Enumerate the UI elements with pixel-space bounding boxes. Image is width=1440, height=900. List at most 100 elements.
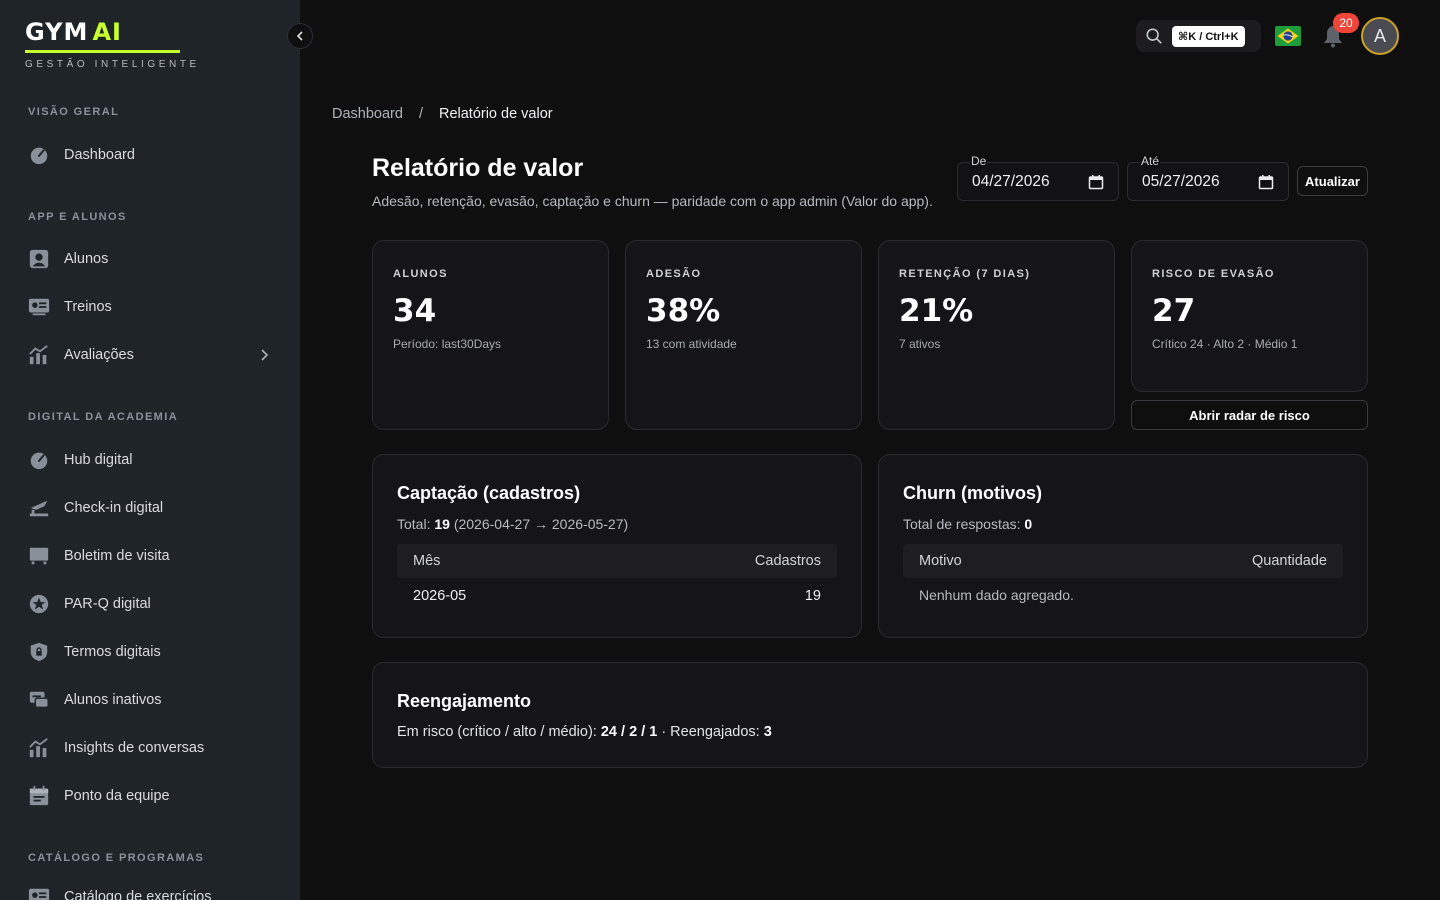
sidebar: GYM AI GESTÃO INTELIGENTE VISÃO GERAL Das… [0, 0, 300, 900]
churn-total-prefix: Total de respostas: [903, 516, 1025, 532]
sidebar-item-treinos[interactable]: Treinos [28, 291, 276, 323]
kpi-card-alunos: ALUNOS 34 Período: last30Days [372, 240, 609, 430]
sidebar-item-boletim[interactable]: Boletim de visita [28, 540, 276, 572]
kpi-value: 27 [1152, 293, 1196, 329]
sidebar-item-label: Hub digital [64, 452, 133, 468]
breadcrumb-current: Relatório de valor [438, 106, 553, 122]
calendar-icon[interactable] [1088, 174, 1104, 190]
section-title-visao-geral: VISÃO GERAL [28, 106, 120, 118]
reengajamento-title: Reengajamento [397, 691, 532, 711]
reengajamento-card: Reengajamento Em risco (crítico / alto /… [372, 662, 1368, 768]
sidebar-item-label: Ponto da equipe [64, 788, 170, 804]
churn-table-header: Motivo Quantidade [903, 544, 1343, 578]
update-button[interactable]: Atualizar [1297, 166, 1368, 196]
kpi-label: ADESÃO [646, 268, 702, 280]
sidebar-item-alunos[interactable]: Alunos [28, 243, 276, 275]
lock-shield-icon [28, 641, 50, 663]
captacao-title: Captação (cadastros) [397, 483, 581, 503]
sidebar-item-termos[interactable]: Termos digitais [28, 636, 276, 668]
captacao-total-range: (2026-04-27 → 2026-05-27) [449, 516, 629, 532]
sidebar-item-label: Treinos [64, 299, 112, 315]
chevron-right-icon [261, 349, 269, 361]
sidebar-item-label: PAR-Q digital [64, 596, 151, 612]
brand-name-accent: AI [92, 18, 122, 46]
kpi-label: ALUNOS [393, 268, 448, 280]
sidebar-item-hub-digital[interactable]: Hub digital [28, 444, 276, 476]
page-title: Relatório de valor [372, 154, 584, 182]
chart-icon [28, 344, 50, 366]
cell-month: 2026-05 [413, 588, 467, 604]
churn-total: Total de respostas: 0 [903, 516, 1032, 532]
cell-count: 19 [804, 588, 821, 604]
sidebar-item-dashboard[interactable]: Dashboard [28, 139, 276, 171]
sidebar-item-label: Catálogo de exercícios [64, 889, 212, 900]
star-icon [28, 593, 50, 615]
kpi-label: RETENÇÃO (7 DIAS) [899, 268, 1031, 280]
column-header-cadastros: Cadastros [754, 553, 821, 569]
captacao-table-header: Mês Cadastros [397, 544, 837, 578]
search-icon [1146, 28, 1162, 44]
section-title-digital: DIGITAL DA ACADEMIA [28, 411, 179, 423]
kpi-card-retencao: RETENÇÃO (7 DIAS) 21% 7 ativos [878, 240, 1115, 430]
page-subtitle: Adesão, retenção, evasão, captação e chu… [372, 193, 933, 209]
sidebar-item-catalogo[interactable]: Catálogo de exercícios [28, 881, 276, 900]
brand-logo[interactable]: GYM AI GESTÃO INTELIGENTE [25, 18, 200, 70]
id-card-icon [28, 886, 50, 900]
sidebar-item-avaliacoes[interactable]: Avaliações [28, 339, 276, 371]
chevron-left-icon [296, 31, 303, 41]
column-header-mes: Mês [413, 553, 441, 569]
brand-tagline: GESTÃO INTELIGENTE [25, 59, 200, 70]
sidebar-item-label: Insights de conversas [64, 740, 205, 756]
churn-empty-state: Nenhum dado agregado. [919, 587, 1074, 603]
kpi-card-risco: RISCO DE EVASÃO 27 Crítico 24 · Alto 2 ·… [1131, 240, 1368, 392]
notification-count-badge: 20 [1333, 13, 1359, 33]
kpi-card-adesao: ADESÃO 38% 13 com atividade [625, 240, 862, 430]
brazil-flag-icon[interactable] [1275, 26, 1301, 46]
sidebar-item-ponto[interactable]: Ponto da equipe [28, 780, 276, 812]
sidebar-item-insights[interactable]: Insights de conversas [28, 732, 276, 764]
captacao-total-value: 19 [434, 516, 450, 532]
kpi-value: 21% [899, 293, 974, 329]
date-from-label: De [970, 154, 988, 168]
sidebar-item-checkin[interactable]: Check-in digital [28, 492, 276, 524]
reeng-risk-values: 24 / 2 / 1 [600, 724, 658, 740]
sidebar-item-label: Alunos inativos [64, 692, 162, 708]
sidebar-item-label: Termos digitais [64, 644, 161, 660]
column-header-quantidade: Quantidade [1252, 553, 1327, 569]
calendar-icon[interactable] [1258, 174, 1274, 190]
sidebar-item-label: Boletim de visita [64, 548, 170, 564]
sidebar-item-label: Check-in digital [64, 500, 164, 516]
collapse-sidebar-button[interactable] [287, 23, 313, 49]
open-risk-radar-button[interactable]: Abrir radar de risco [1131, 400, 1368, 430]
reengajamento-summary: Em risco (crítico / alto / médio): 24 / … [397, 724, 772, 740]
user-avatar[interactable]: A [1361, 17, 1399, 55]
reeng-reengaged-count: 3 [763, 724, 772, 740]
churn-title: Churn (motivos) [903, 483, 1042, 503]
sidebar-item-label: Avaliações [64, 347, 134, 363]
screen-icon [28, 545, 50, 567]
captacao-total-prefix: Total: [397, 516, 435, 532]
breadcrumb-link-dashboard[interactable]: Dashboard [332, 106, 403, 122]
brand-name: GYM [25, 18, 89, 46]
kpi-sub: Período: last30Days [393, 337, 502, 351]
search-button[interactable]: ⌘K / Ctrl+K [1136, 20, 1261, 52]
sidebar-item-label: Alunos [64, 251, 109, 267]
table-row: 2026-05 19 [397, 581, 837, 611]
breadcrumb-separator: / [418, 106, 423, 122]
chat-icon [28, 689, 50, 711]
kpi-sub: 7 ativos [899, 337, 941, 351]
id-card-icon [28, 296, 50, 318]
kpi-sub: Crítico 24 · Alto 2 · Médio 1 [1152, 337, 1298, 351]
churn-card: Churn (motivos) Total de respostas: 0 Mo… [878, 454, 1368, 638]
captacao-total: Total: 19 (2026-04-27 → 2026-05-27) [397, 516, 628, 532]
sidebar-item-parq[interactable]: PAR-Q digital [28, 588, 276, 620]
kpi-value: 38% [646, 293, 721, 329]
breadcrumb: Dashboard / Relatório de valor [332, 106, 553, 122]
checkin-icon [28, 497, 50, 519]
chart-icon [28, 737, 50, 759]
kpi-sub: 13 com atividade [646, 337, 737, 351]
reeng-prefix: Em risco (crítico / alto / médio): [397, 724, 601, 740]
sidebar-item-inativos[interactable]: Alunos inativos [28, 684, 276, 716]
captacao-card: Captação (cadastros) Total: 19 (2026-04-… [372, 454, 862, 638]
date-to-value: 05/27/2026 [1142, 172, 1220, 190]
